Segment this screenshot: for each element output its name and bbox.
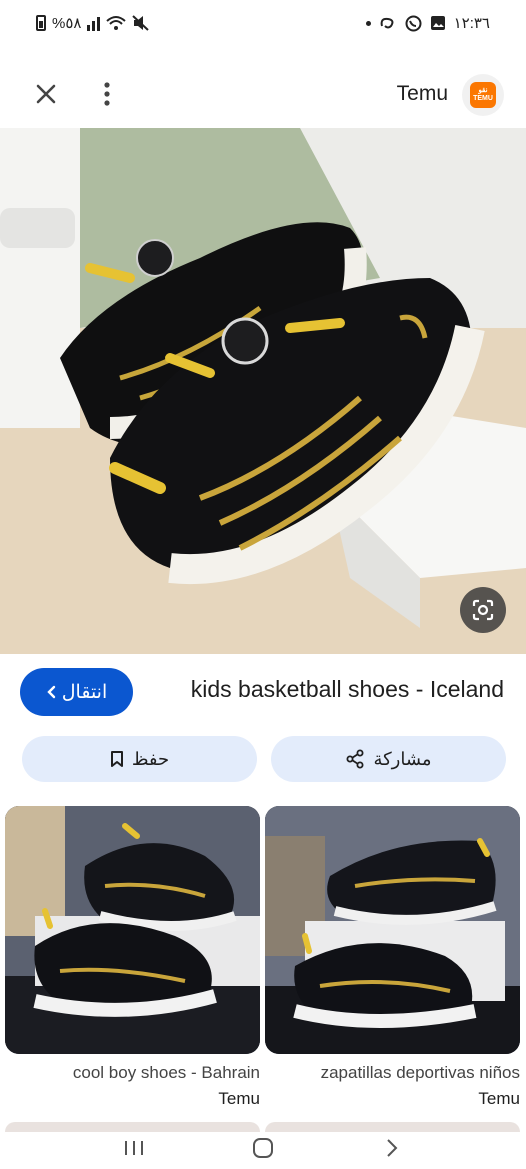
close-button[interactable]	[26, 74, 66, 114]
back-button[interactable]	[372, 1133, 412, 1163]
share-button[interactable]: مشاركة	[271, 736, 506, 782]
top-bar: Temu نقو TEMU	[0, 60, 526, 128]
related-shoe-photo	[5, 806, 260, 1054]
related-caption[interactable]: zapatillas deportivas niños	[265, 1060, 520, 1086]
dot-icon	[365, 20, 371, 26]
system-nav-bar	[0, 1126, 526, 1169]
more-vert-icon	[104, 82, 110, 106]
related-thumbnail[interactable]	[265, 806, 520, 1054]
mute-icon	[132, 15, 150, 31]
recents-icon	[125, 1140, 144, 1155]
battery-icon	[36, 15, 46, 31]
save-button[interactable]: حفظ	[22, 736, 257, 782]
close-icon	[36, 84, 56, 104]
status-bar: %٥٨ ١٢:٣٦	[0, 0, 526, 52]
visit-label: انتقال	[61, 681, 108, 703]
site-name[interactable]: Temu	[397, 82, 448, 106]
battery-percent: %٥٨	[52, 15, 82, 32]
shoe-photo	[0, 128, 526, 654]
share-label: مشاركة	[373, 748, 432, 769]
main-image[interactable]	[0, 128, 526, 654]
home-button[interactable]	[243, 1133, 283, 1163]
gallery-icon	[430, 16, 445, 30]
whatsapp-icon	[405, 15, 422, 31]
related-shoe-photo	[265, 806, 520, 1054]
status-right: ١٢:٣٦	[365, 14, 490, 32]
clock: ١٢:٣٦	[453, 15, 490, 32]
related-source: Temu	[478, 1089, 520, 1108]
logo-text-top: نقو	[478, 87, 488, 94]
home-icon	[252, 1137, 273, 1158]
back-icon	[386, 1138, 398, 1157]
bookmark-icon	[110, 751, 123, 767]
save-label: حفظ	[131, 748, 170, 769]
related-thumbnail[interactable]	[5, 806, 260, 1054]
notification-icon	[380, 17, 394, 29]
logo-text-bottom: TEMU	[473, 95, 493, 102]
result-title: kids basketball shoes - Iceland	[190, 676, 504, 702]
site-logo[interactable]: نقو TEMU	[462, 74, 504, 116]
signal-icon	[87, 15, 101, 31]
visit-button[interactable]: انتقال	[20, 668, 133, 716]
status-left: %٥٨	[36, 14, 150, 32]
lens-icon	[472, 599, 494, 621]
share-icon	[346, 749, 364, 769]
wifi-icon	[106, 16, 127, 30]
related-card[interactable]: zapatillas deportivas niños Temu	[265, 806, 520, 1112]
related-caption[interactable]: cool boy shoes - Bahrain	[5, 1060, 260, 1086]
more-options-button[interactable]	[87, 74, 127, 114]
recents-button[interactable]	[114, 1133, 154, 1163]
related-card[interactable]: cool boy shoes - Bahrain Temu	[5, 806, 260, 1112]
lens-button[interactable]	[460, 587, 506, 633]
temu-logo-icon: نقو TEMU	[470, 82, 496, 108]
related-source: Temu	[218, 1089, 260, 1108]
chevron-left-icon	[47, 685, 55, 699]
